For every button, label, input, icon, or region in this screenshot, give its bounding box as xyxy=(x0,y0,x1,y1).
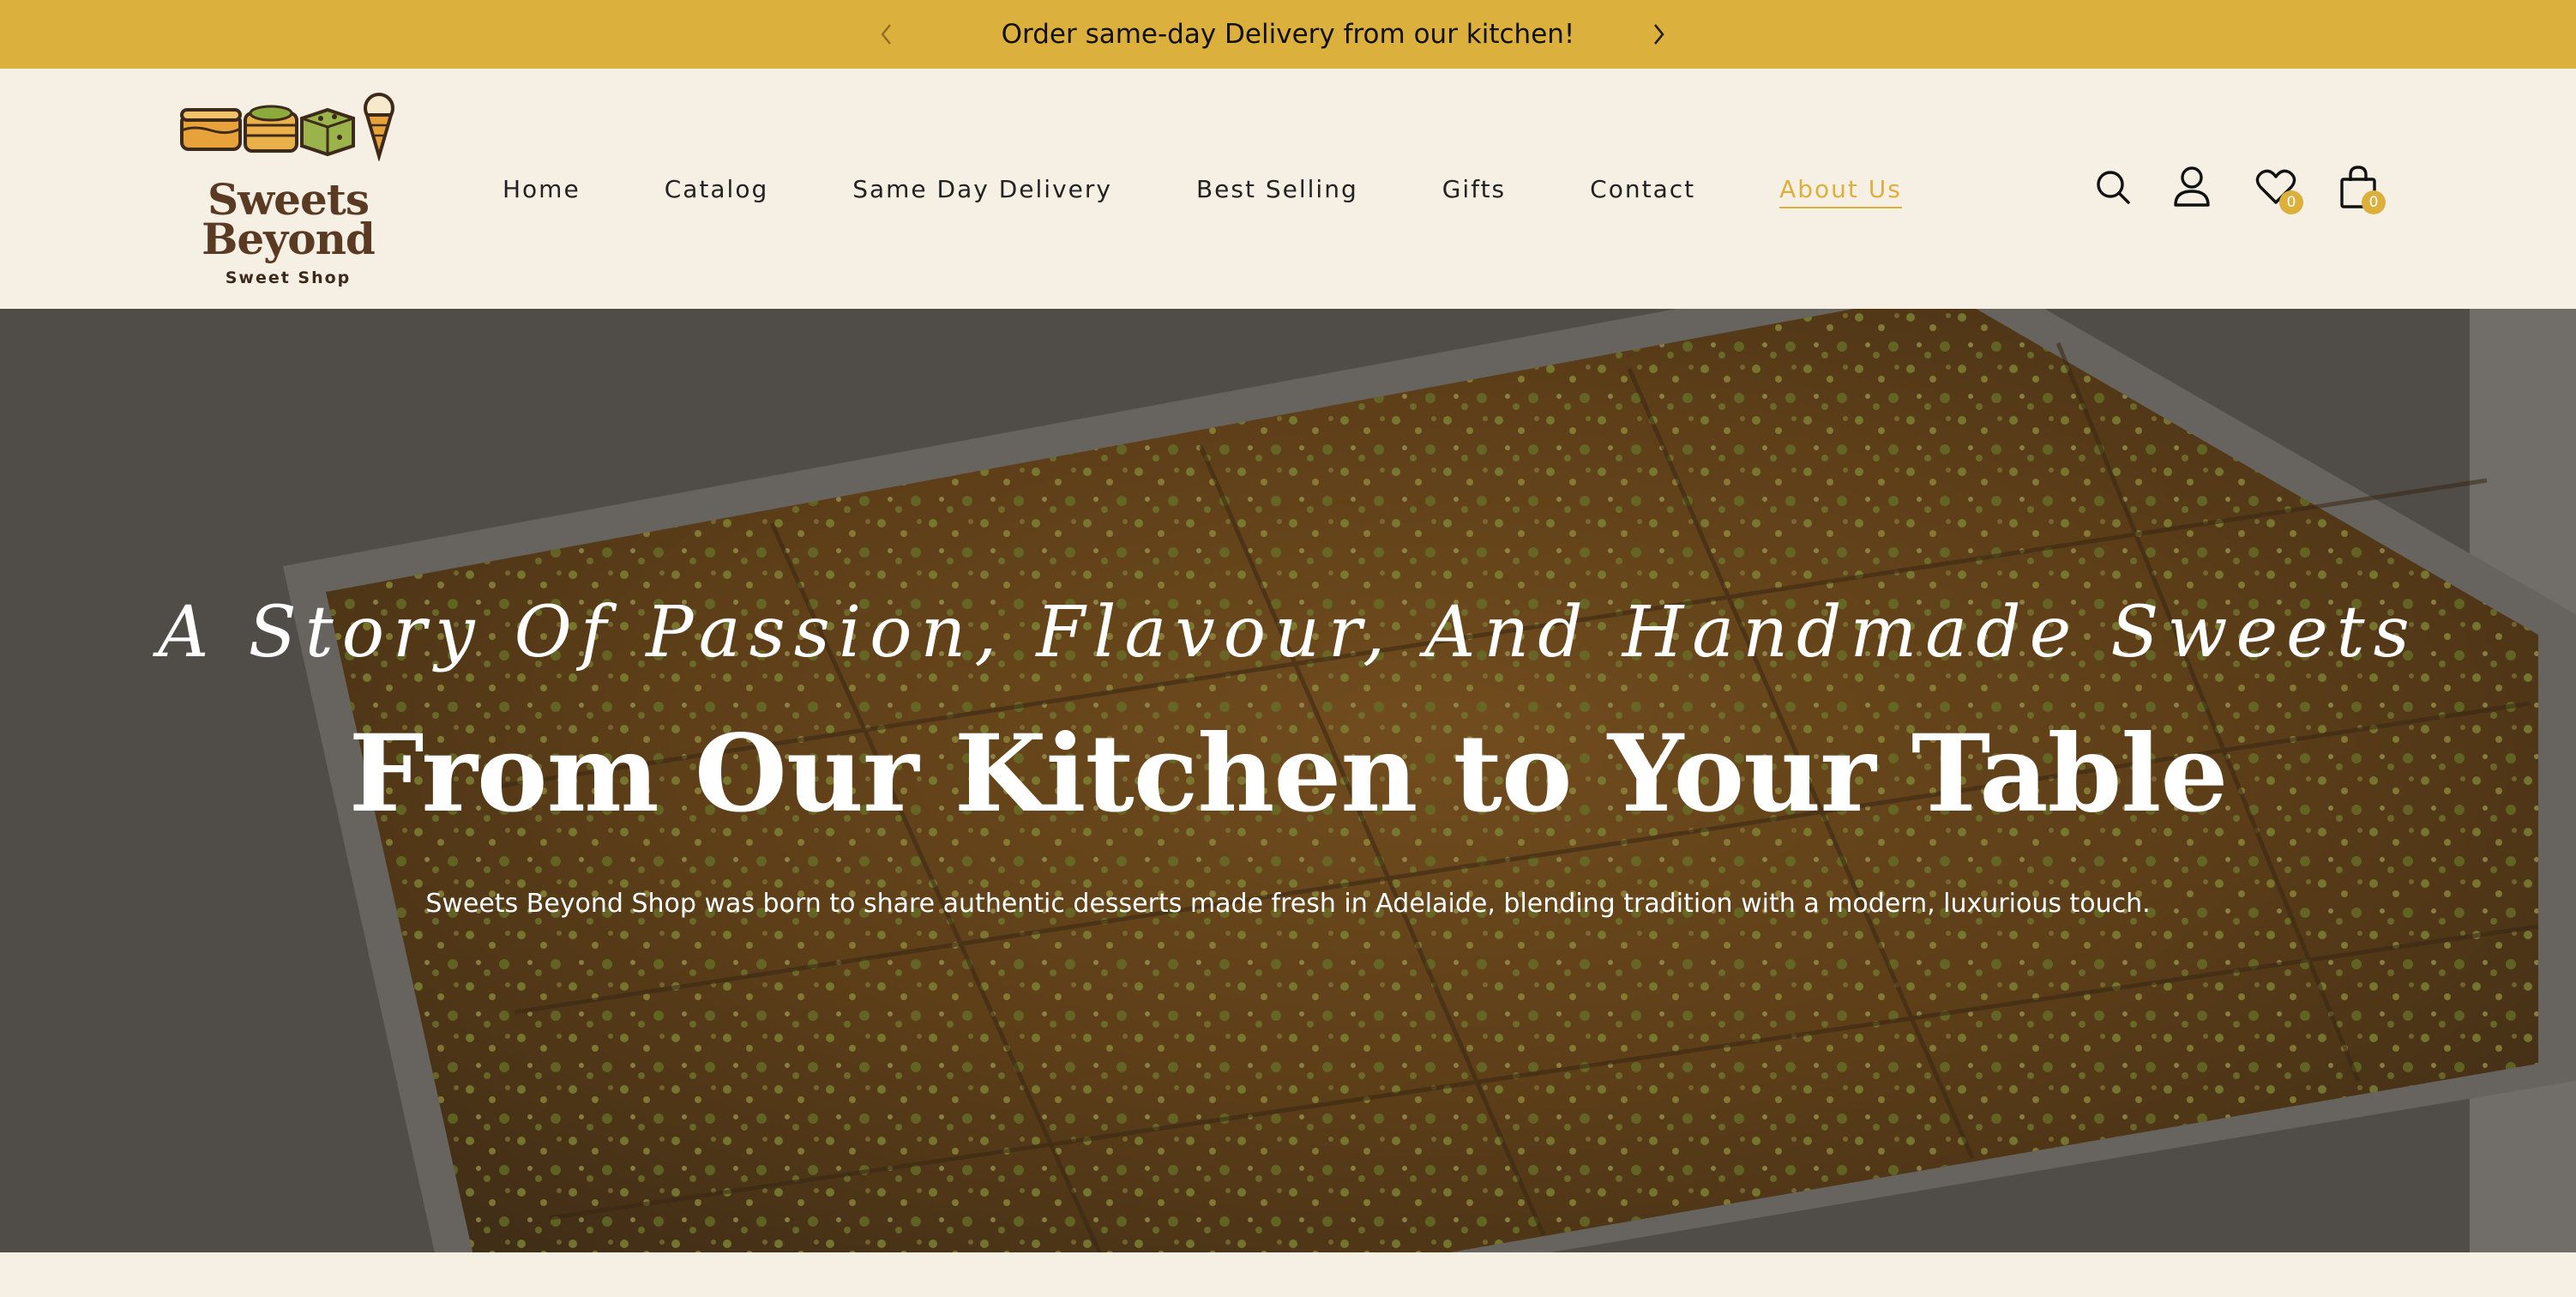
account-icon xyxy=(2174,166,2210,207)
logo-title-line2: Beyond xyxy=(202,214,376,264)
announcement-text[interactable]: Order same-day Delivery from our kitchen… xyxy=(0,0,2576,69)
nav-item-catalog[interactable]: Catalog xyxy=(665,175,769,203)
search-button[interactable] xyxy=(2089,163,2137,211)
announcement-bar: Order same-day Delivery from our kitchen… xyxy=(0,0,2576,69)
nav-item-gifts[interactable]: Gifts xyxy=(1442,175,1506,203)
main-nav: Home Catalog Same Day Delivery Best Sell… xyxy=(503,69,1986,309)
logo-title: Sweets Beyond xyxy=(177,178,400,264)
nav-item-home[interactable]: Home xyxy=(503,175,581,203)
nav-item-about-us[interactable]: About Us xyxy=(1779,175,1902,208)
nav-item-same-day-delivery[interactable]: Same Day Delivery xyxy=(852,175,1112,203)
logo[interactable]: Sweets Beyond Sweet Shop xyxy=(177,93,400,290)
hero-title: From Our Kitchen to Your Table xyxy=(348,712,2229,836)
wishlist-button[interactable]: 0 xyxy=(2252,163,2303,214)
cart-button[interactable]: 0 xyxy=(2334,163,2386,214)
search-icon xyxy=(2097,171,2130,204)
account-button[interactable] xyxy=(2168,163,2216,211)
nav-item-best-selling[interactable]: Best Selling xyxy=(1196,175,1358,203)
announcement-next-button[interactable] xyxy=(1641,17,1676,51)
page-bottom-strip xyxy=(0,1252,2576,1297)
wishlist-count-badge: 0 xyxy=(2279,190,2303,214)
hero-description: Sweets Beyond Shop was born to share aut… xyxy=(425,889,2151,919)
chevron-right-icon xyxy=(1653,24,1664,45)
hero-script-heading: A Story Of Passion, Flavour, And Handmad… xyxy=(158,592,2418,673)
nav-item-contact[interactable]: Contact xyxy=(1590,175,1695,203)
hero-section: A Story Of Passion, Flavour, And Handmad… xyxy=(0,309,2576,1252)
logo-subtitle: Sweet Shop xyxy=(225,268,352,287)
site-header: Sweets Beyond Sweet Shop Home Catalog Sa… xyxy=(0,69,2576,309)
cart-count-badge: 0 xyxy=(2362,190,2386,214)
logo-sweets-illustration xyxy=(180,93,394,161)
